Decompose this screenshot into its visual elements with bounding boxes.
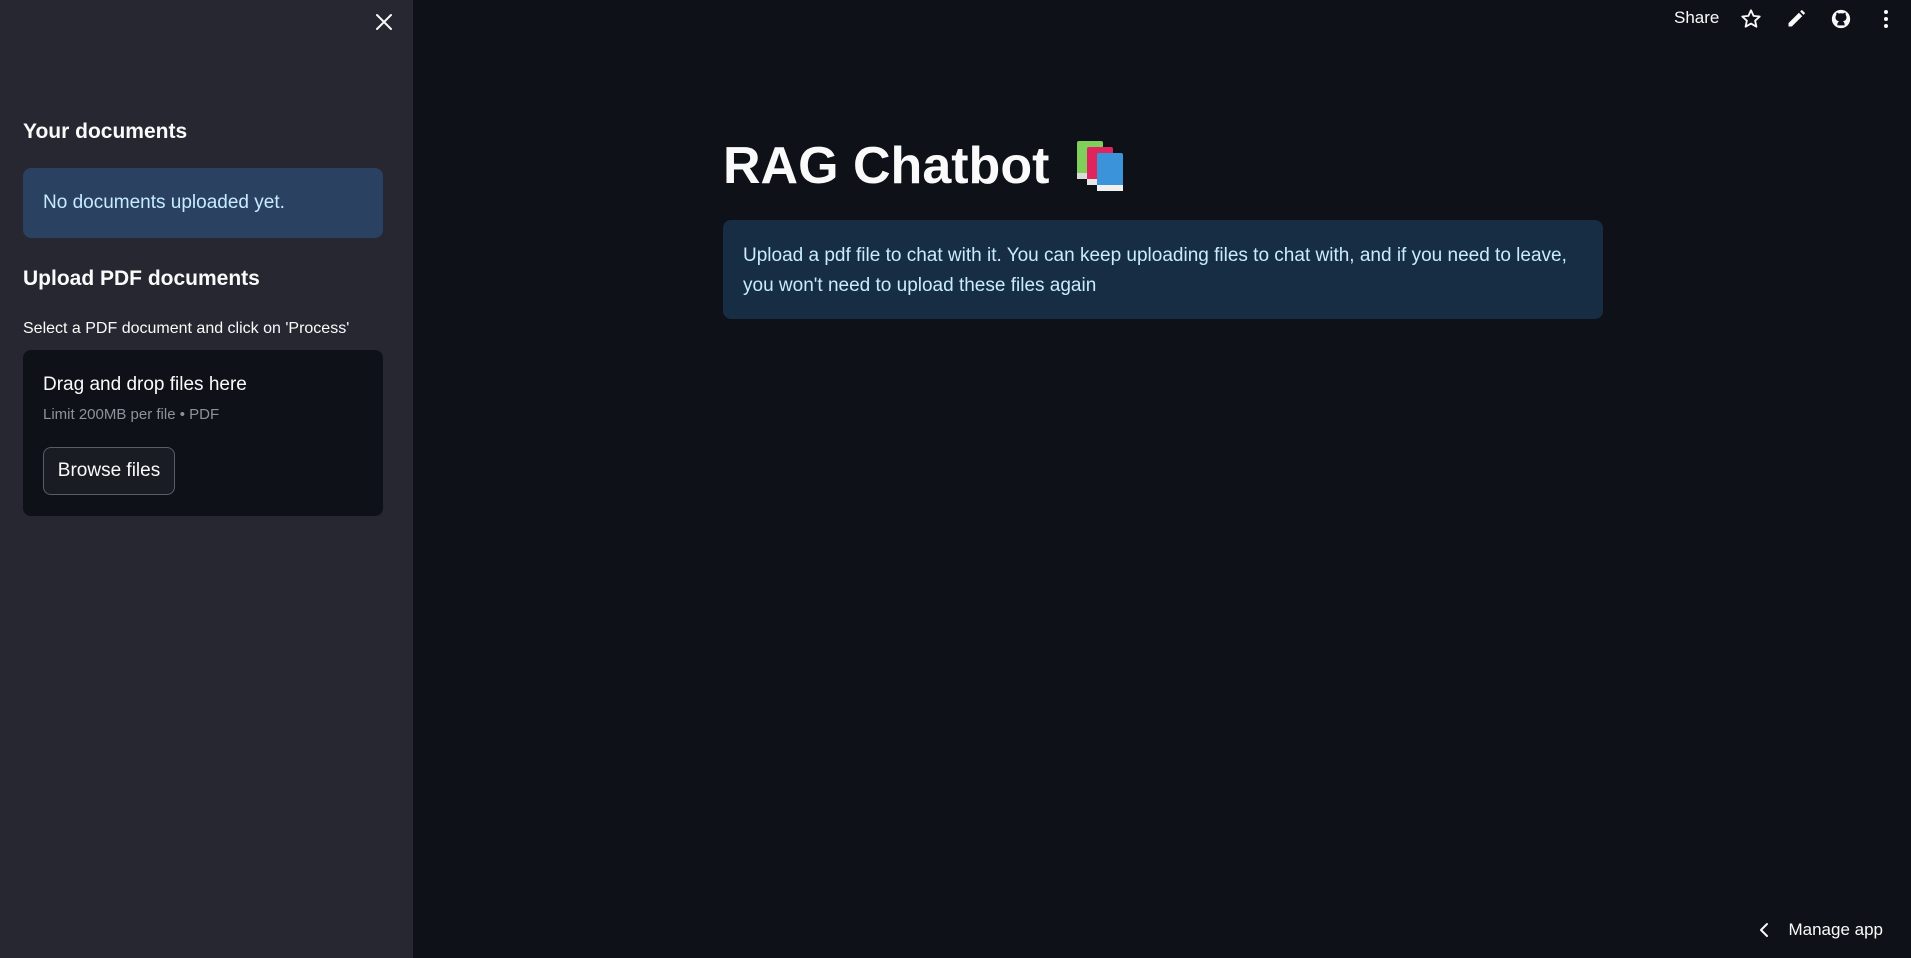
app-root: Your documents No documents uploaded yet… — [0, 0, 1911, 958]
manage-app-button[interactable]: Manage app — [1758, 920, 1883, 940]
file-dropzone[interactable]: Drag and drop files here Limit 200MB per… — [23, 350, 383, 516]
share-button[interactable]: Share — [1674, 8, 1719, 28]
books-icon — [1071, 139, 1129, 193]
upload-label: Select a PDF document and click on 'Proc… — [23, 320, 350, 337]
pencil-icon — [1788, 9, 1806, 27]
dropzone-subtitle: Limit 200MB per file • PDF — [43, 406, 220, 423]
no-documents-text: No documents uploaded yet. — [43, 192, 285, 213]
more-vertical-icon — [1884, 10, 1888, 28]
info-alert: Upload a pdf file to chat with it. You c… — [723, 220, 1603, 319]
page-title-text: RAG Chatbot — [723, 137, 1050, 195]
sidebar: Your documents No documents uploaded yet… — [0, 0, 413, 958]
main-content: Share RAG Chatbot Upload a pdf file to c… — [413, 0, 1911, 958]
star-button[interactable] — [1738, 6, 1764, 32]
no-documents-notice: No documents uploaded yet. — [23, 168, 383, 238]
upload-heading: Upload PDF documents — [23, 267, 260, 290]
dropzone-title: Drag and drop files here — [43, 374, 247, 395]
chevron-left-icon — [1760, 923, 1769, 937]
close-sidebar-button[interactable] — [370, 8, 398, 36]
close-icon — [376, 14, 392, 30]
info-text: Upload a pdf file to chat with it. You c… — [743, 245, 1567, 296]
manage-app-label: Manage app — [1788, 920, 1883, 939]
browse-files-button[interactable]: Browse files — [43, 447, 175, 495]
more-menu-button[interactable] — [1873, 6, 1899, 32]
star-icon — [1741, 9, 1761, 28]
github-button[interactable] — [1828, 6, 1854, 32]
edit-button[interactable] — [1783, 6, 1809, 32]
documents-heading: Your documents — [23, 120, 188, 143]
page-title: RAG Chatbot — [723, 132, 1129, 200]
github-icon — [1831, 9, 1851, 29]
